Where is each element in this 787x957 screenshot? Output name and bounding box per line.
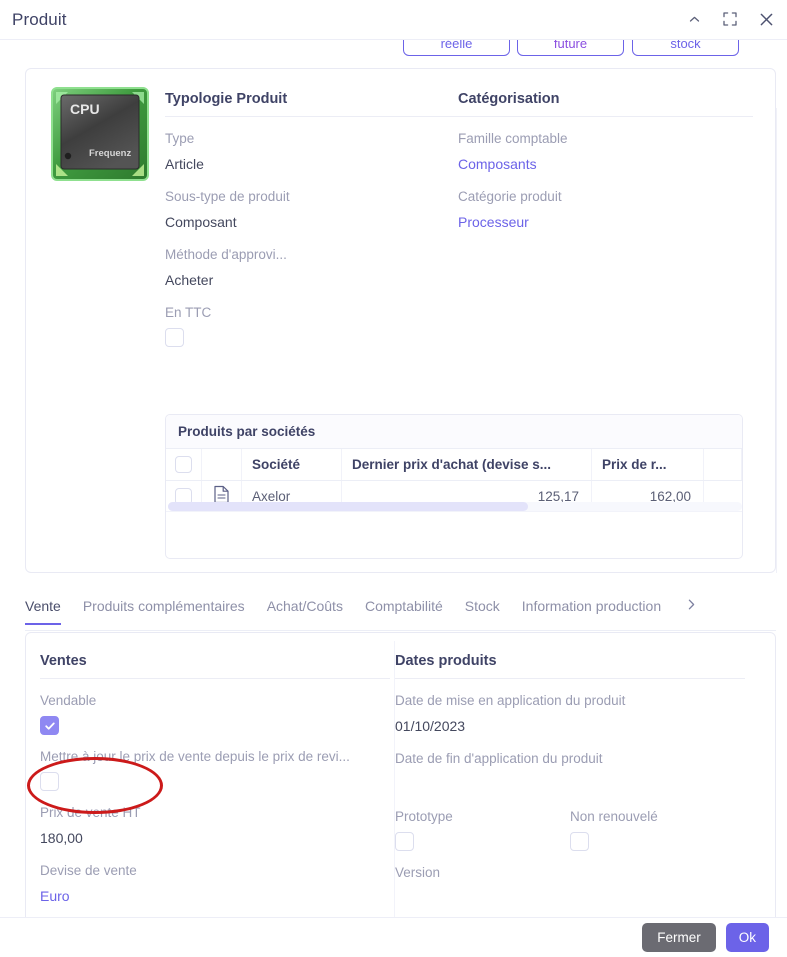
categorisation-section: Catégorisation Famille comptable Composa… bbox=[458, 91, 753, 233]
tab-achat-couts[interactable]: Achat/Coûts bbox=[267, 598, 343, 623]
close-icon[interactable] bbox=[755, 8, 777, 30]
field-date-fin-application: Date de fin d'application du produit bbox=[395, 750, 745, 795]
field-prototype-checkbox[interactable] bbox=[395, 832, 414, 851]
field-date-fin-application-value[interactable] bbox=[395, 773, 745, 795]
select-all-cell bbox=[166, 449, 202, 480]
chevron-right-icon[interactable] bbox=[685, 598, 698, 611]
typology-section: Typologie Produit Type Article Sous-type… bbox=[165, 91, 458, 347]
field-prix-de-vente-ht-value[interactable]: 180,00 bbox=[40, 827, 390, 849]
tab-vente[interactable]: Vente bbox=[25, 598, 61, 625]
field-date-mise-application-label: Date de mise en application du produit bbox=[395, 693, 626, 708]
field-version-label: Version bbox=[395, 865, 441, 880]
tab-produits-complementaires[interactable]: Produits complémentaires bbox=[83, 598, 245, 623]
tab-comptabilite[interactable]: Comptabilité bbox=[365, 598, 443, 623]
column-header-societe[interactable]: Société bbox=[242, 449, 342, 480]
dates-produits-section: Dates produits Date de mise en applicati… bbox=[395, 653, 745, 882]
field-prototype-label: Prototype bbox=[395, 809, 453, 824]
field-maj-prix-vente-label: Mettre à jour le prix de vente depuis le… bbox=[40, 749, 350, 764]
collapse-icon[interactable] bbox=[683, 8, 705, 30]
tab-information-production[interactable]: Information production bbox=[522, 598, 661, 623]
button-reelle[interactable]: réelle bbox=[403, 40, 510, 56]
field-date-mise-application-value[interactable]: 01/10/2023 bbox=[395, 715, 745, 737]
field-type-label: Type bbox=[165, 131, 195, 146]
window-controls bbox=[683, 8, 777, 30]
field-maj-prix-vente: Mettre à jour le prix de vente depuis le… bbox=[40, 748, 390, 791]
button-future[interactable]: future bbox=[517, 40, 624, 56]
dates-produits-title: Dates produits bbox=[395, 653, 745, 679]
close-button[interactable]: Fermer bbox=[642, 923, 716, 952]
field-vendable-label: Vendable bbox=[40, 693, 97, 708]
field-prototype-row: Prototype Non renouvelé bbox=[395, 808, 745, 851]
companies-table: Produits par sociétés Société Dernier pr… bbox=[165, 414, 743, 559]
ventes-title: Ventes bbox=[40, 653, 390, 679]
field-version: Version bbox=[395, 864, 745, 882]
ventes-section: Ventes Vendable Mettre à jour le prix de… bbox=[40, 653, 390, 907]
expand-icon[interactable] bbox=[719, 8, 741, 30]
categorisation-title: Catégorisation bbox=[458, 91, 753, 117]
field-categorie-produit: Catégorie produit Processeur bbox=[458, 188, 753, 233]
field-prototype: Prototype bbox=[395, 808, 570, 851]
vente-tab-panel: Ventes Vendable Mettre à jour le prix de… bbox=[25, 632, 776, 917]
field-famille-comptable-value[interactable]: Composants bbox=[458, 153, 753, 175]
panel-divider bbox=[776, 108, 777, 573]
field-procurement-method-label: Méthode d'approvi... bbox=[165, 247, 287, 262]
product-dialog: Produit réelle future stock CPU Frequenz… bbox=[0, 0, 787, 957]
field-devise-de-vente-label: Devise de vente bbox=[40, 863, 137, 878]
dialog-header: Produit bbox=[0, 0, 787, 40]
dialog-body: réelle future stock CPU Frequenz Typolog… bbox=[0, 40, 787, 917]
field-vendable: Vendable bbox=[40, 692, 390, 735]
field-non-renouvele: Non renouvelé bbox=[570, 808, 745, 851]
product-info-card: CPU Frequenz Typologie Produit Type Arti… bbox=[25, 68, 776, 573]
field-procurement-method: Méthode d'approvi... Acheter bbox=[165, 246, 458, 291]
field-non-renouvele-label: Non renouvelé bbox=[570, 809, 658, 824]
field-vendable-checkbox[interactable] bbox=[40, 716, 59, 735]
companies-table-title: Produits par sociétés bbox=[166, 415, 742, 449]
field-subtype-value[interactable]: Composant bbox=[165, 211, 458, 233]
field-devise-de-vente: Devise de vente Euro bbox=[40, 862, 390, 907]
select-all-checkbox[interactable] bbox=[175, 456, 192, 473]
svg-text:Frequenz: Frequenz bbox=[89, 148, 131, 159]
product-image: CPU Frequenz bbox=[44, 82, 160, 186]
svg-text:CPU: CPU bbox=[70, 101, 100, 117]
button-stock[interactable]: stock bbox=[632, 40, 739, 56]
field-en-ttc-label: En TTC bbox=[165, 305, 212, 320]
column-header-spacer bbox=[704, 449, 742, 480]
table-horizontal-scrollbar[interactable] bbox=[168, 502, 742, 511]
column-header-dernier-prix[interactable]: Dernier prix d'achat (devise s... bbox=[342, 449, 592, 480]
field-categorie-produit-label: Catégorie produit bbox=[458, 189, 562, 204]
companies-table-header: Société Dernier prix d'achat (devise s..… bbox=[166, 449, 742, 481]
field-famille-comptable-label: Famille comptable bbox=[458, 131, 568, 146]
field-en-ttc: En TTC bbox=[165, 304, 458, 347]
tab-stock[interactable]: Stock bbox=[465, 598, 500, 623]
header-icon-cell bbox=[202, 449, 242, 480]
field-categorie-produit-value[interactable]: Processeur bbox=[458, 211, 753, 233]
field-devise-de-vente-value[interactable]: Euro bbox=[40, 885, 390, 907]
page-title: Produit bbox=[12, 9, 67, 29]
field-en-ttc-checkbox[interactable] bbox=[165, 328, 184, 347]
field-prix-de-vente-ht-label: Prix de vente HT bbox=[40, 805, 141, 820]
field-non-renouvele-checkbox[interactable] bbox=[570, 832, 589, 851]
field-type: Type Article bbox=[165, 130, 458, 175]
field-famille-comptable: Famille comptable Composants bbox=[458, 130, 753, 175]
dialog-footer: Fermer Ok bbox=[0, 917, 787, 957]
field-subtype: Sous-type de produit Composant bbox=[165, 188, 458, 233]
field-prix-de-vente-ht: Prix de vente HT 180,00 bbox=[40, 804, 390, 849]
tab-bar: Vente Produits complémentaires Achat/Coû… bbox=[25, 598, 776, 631]
field-date-fin-application-label: Date de fin d'application du produit bbox=[395, 751, 603, 766]
field-maj-prix-vente-checkbox[interactable] bbox=[40, 772, 59, 791]
column-header-prix-revient[interactable]: Prix de r... bbox=[592, 449, 704, 480]
typology-title: Typologie Produit bbox=[165, 91, 458, 117]
field-date-mise-application: Date de mise en application du produit 0… bbox=[395, 692, 745, 737]
ok-button[interactable]: Ok bbox=[725, 923, 769, 952]
field-subtype-label: Sous-type de produit bbox=[165, 189, 290, 204]
field-procurement-method-value[interactable]: Acheter bbox=[165, 269, 458, 291]
field-type-value[interactable]: Article bbox=[165, 153, 458, 175]
